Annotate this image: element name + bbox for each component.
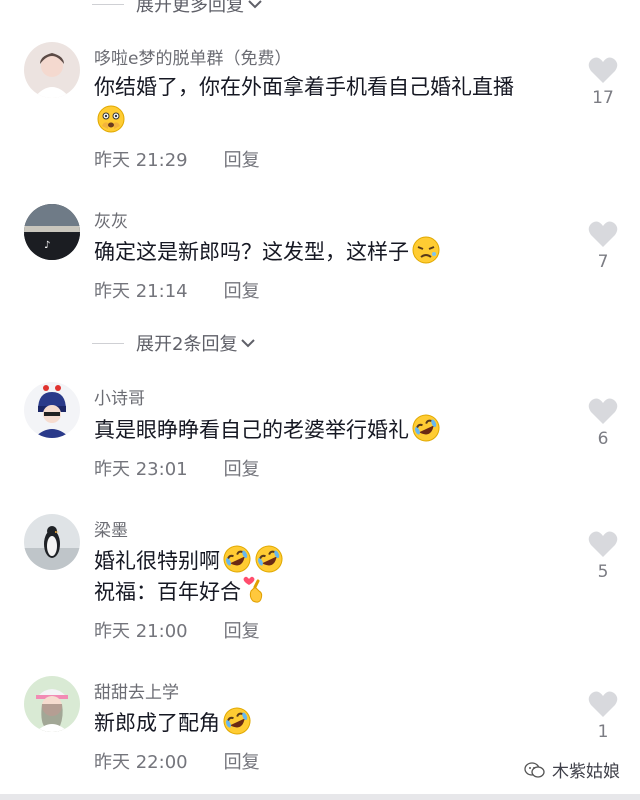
- comment-meta: 昨天 21:00 回复: [94, 617, 260, 643]
- avatar[interactable]: [24, 42, 80, 98]
- like-count: 1: [597, 722, 609, 742]
- heart-icon: [588, 691, 618, 717]
- fearful-face-icon: [97, 105, 125, 133]
- heart-icon: [588, 57, 618, 83]
- comment-meta: 昨天 23:01 回复: [94, 455, 260, 481]
- rofl-face-icon: [223, 707, 251, 735]
- avatar[interactable]: [24, 382, 80, 438]
- like-button[interactable]: 5: [585, 530, 621, 582]
- heart-icon: [588, 398, 618, 424]
- watermark-text: 木紫姑娘: [552, 762, 620, 782]
- rofl-face-icon: [412, 414, 440, 442]
- reply-button[interactable]: 回复: [224, 455, 260, 481]
- comment-text-line: 你结婚了，你在外面拿着手机看自己婚礼直播: [94, 75, 514, 99]
- comment-text-line: 确定这是新郎吗？这发型，这样子: [94, 240, 409, 264]
- finger-heart-icon: [243, 576, 263, 603]
- avatar[interactable]: ♪: [24, 204, 80, 260]
- comment-text: 新郎成了配角: [94, 706, 252, 738]
- expand-more-replies[interactable]: 展开更多回复: [92, 0, 264, 16]
- comment-text-line: 祝福：百年好合: [94, 580, 241, 604]
- like-button[interactable]: 6: [585, 397, 621, 449]
- wechat-icon: [524, 761, 545, 778]
- avatar[interactable]: [24, 514, 80, 570]
- comment-meta: 昨天 21:29 回复: [94, 146, 260, 172]
- comment-emoji-line: [94, 104, 126, 136]
- expand-replies[interactable]: 展开2条回复: [92, 331, 257, 355]
- reply-button[interactable]: 回复: [224, 277, 260, 303]
- like-count: 5: [597, 562, 609, 582]
- chevron-down-icon: [241, 339, 256, 348]
- heart-icon: [588, 531, 618, 557]
- comment-username[interactable]: 灰灰: [94, 207, 128, 232]
- rofl-face-icon: [223, 545, 251, 573]
- watermark: 木紫姑娘: [524, 757, 620, 782]
- heart-icon: [588, 221, 618, 247]
- comment-text: 祝福：百年好合: [94, 575, 269, 607]
- like-button[interactable]: 7: [585, 220, 621, 272]
- like-count: 6: [597, 429, 609, 449]
- like-button[interactable]: 17: [585, 56, 621, 108]
- comment-text: 确定这是新郎吗？这发型，这样子: [94, 235, 441, 267]
- divider-line: [92, 3, 124, 5]
- comment-time: 昨天 21:29: [94, 150, 188, 171]
- reply-button[interactable]: 回复: [224, 146, 260, 172]
- comment-text-line: 婚礼很特别啊: [94, 549, 220, 573]
- comment-text: 婚礼很特别啊: [94, 544, 284, 576]
- comment-time: 昨天 21:00: [94, 621, 188, 642]
- expand-more-replies-label: 展开更多回复: [136, 0, 244, 16]
- avatar[interactable]: [24, 676, 80, 732]
- bottom-border: [0, 794, 640, 800]
- comment-time: 昨天 22:00: [94, 752, 188, 773]
- chevron-down-icon: [248, 0, 262, 9]
- comment-text-line: 真是眼睁睁看自己的老婆举行婚礼: [94, 418, 409, 442]
- reply-button[interactable]: 回复: [224, 617, 260, 643]
- comment-text: 你结婚了，你在外面拿着手机看自己婚礼直播: [94, 72, 514, 102]
- weary-face-icon: [412, 236, 440, 264]
- rofl-face-icon: [255, 545, 283, 573]
- like-count: 7: [597, 252, 609, 272]
- like-button[interactable]: 1: [585, 690, 621, 742]
- comment-text: 真是眼睁睁看自己的老婆举行婚礼: [94, 413, 441, 445]
- comment-username[interactable]: 梁墨: [94, 516, 128, 541]
- comment-meta: 昨天 22:00 回复: [94, 748, 260, 774]
- comment-text-line: 新郎成了配角: [94, 711, 220, 735]
- comment-username[interactable]: 小诗哥: [94, 384, 145, 409]
- comment-time: 昨天 23:01: [94, 459, 188, 480]
- like-count: 17: [592, 88, 614, 108]
- divider-line: [92, 342, 124, 344]
- comment-meta: 昨天 21:14 回复: [94, 277, 260, 303]
- expand-replies-label: 展开2条回复: [136, 334, 238, 355]
- comment-username[interactable]: 甜甜去上学: [94, 678, 179, 703]
- svg-text:♪: ♪: [44, 240, 50, 251]
- reply-button[interactable]: 回复: [224, 748, 260, 774]
- comment-username[interactable]: 哆啦e梦的脱单群（免费）: [94, 44, 291, 69]
- comment-time: 昨天 21:14: [94, 281, 188, 302]
